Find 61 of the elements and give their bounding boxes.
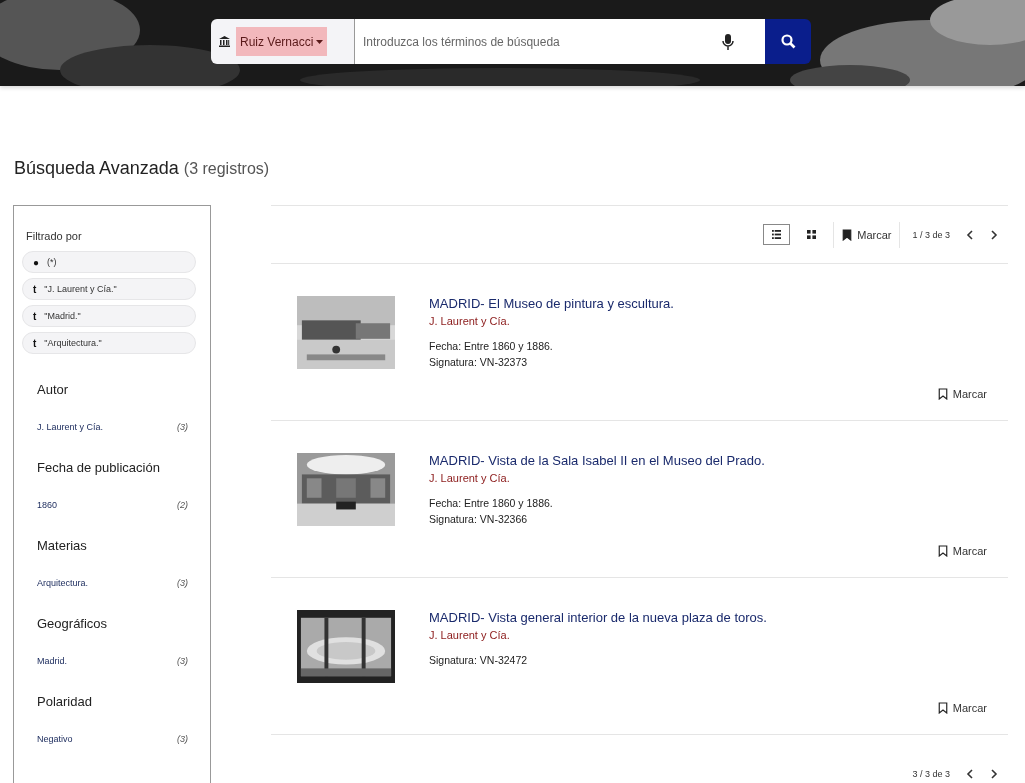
bookmark-icon (937, 702, 948, 714)
bookmark-icon (937, 388, 948, 400)
search-icon (780, 34, 796, 49)
scope-dropdown[interactable]: Ruiz Vernacci (236, 27, 328, 56)
result-field: Fecha: Entre 1860 y 1886. (429, 340, 674, 352)
chip-icon: t (33, 337, 37, 349)
mark-button[interactable]: Marcar (937, 545, 987, 557)
result-author[interactable]: J. Laurent y Cía. (429, 629, 767, 641)
facet-title: Materias (37, 538, 88, 553)
page-title: Búsqueda Avanzada (14, 158, 179, 179)
result-field: Signatura: VN-32366 (429, 513, 765, 525)
filter-chip[interactable]: t "Arquitectura." (22, 332, 196, 354)
filter-title: Filtrado por (26, 230, 83, 242)
result-author[interactable]: J. Laurent y Cía. (429, 315, 674, 327)
result-field: Signatura: VN-32373 (429, 356, 674, 368)
grid-icon (807, 230, 817, 239)
search-button[interactable] (765, 19, 811, 64)
filter-chip[interactable]: t "Madrid." (22, 305, 196, 327)
chip-icon: t (33, 310, 37, 322)
view-toggle[interactable] (763, 224, 791, 245)
list-icon (772, 230, 782, 239)
facet-count: (3) (177, 422, 188, 432)
chip-icon: ● (33, 256, 40, 268)
chip-label: "Madrid." (44, 311, 81, 321)
result-title[interactable]: MADRID- Vista general interior de la nueva plaza de toros. (429, 610, 767, 625)
bookmark-icon (842, 228, 853, 241)
facet-link[interactable]: J. Laurent y Cía. (37, 422, 104, 432)
microphone-icon[interactable] (721, 33, 735, 50)
facet-link[interactable]: Negativo (37, 734, 73, 744)
search-field[interactable]: Introduzca los términos de búsqueda (355, 19, 721, 64)
mark-button[interactable]: Marcar (842, 228, 892, 241)
chip-icon: t (33, 283, 37, 295)
facet-title: Autor (37, 382, 70, 397)
facet-link[interactable]: 1860 (37, 500, 58, 510)
museum-icon (219, 36, 230, 47)
chip-label: "Arquitectura." (44, 338, 102, 348)
result-field: Fecha: Entre 1860 y 1886. (429, 497, 765, 509)
facet-count: (3) (177, 734, 188, 744)
filter-chip[interactable]: ● (*) (22, 251, 196, 273)
result-author[interactable]: J. Laurent y Cía. (429, 472, 765, 484)
bookmark-icon (937, 545, 948, 557)
caret-icon (316, 39, 324, 44)
facet-title: Geográficos (37, 616, 109, 631)
facet-title: Polaridad (37, 694, 93, 709)
filter-chip[interactable]: t "J. Laurent y Cía." (22, 278, 196, 300)
chip-label: "J. Laurent y Cía." (44, 284, 117, 294)
facet-link[interactable]: Arquitectura. (37, 578, 89, 588)
result-title[interactable]: MADRID- Vista de la Sala Isabel II en el Museo del Prado. (429, 453, 765, 468)
chip-label: (*) (47, 257, 57, 267)
facet-count: (2) (177, 500, 188, 510)
facet-link[interactable]: Madrid. (37, 656, 67, 666)
record-count: (3 registros) (183, 160, 270, 178)
mark-button[interactable]: Marcar (937, 388, 987, 400)
result-field: Signatura: VN-32472 (429, 654, 767, 666)
page-indicator: 3 / 3 de 3 (912, 769, 950, 779)
facet-title: Fecha de publicación (37, 460, 161, 475)
page-indicator: 1 / 3 de 3 (912, 229, 950, 240)
facet-count: (3) (177, 656, 188, 666)
result-title[interactable]: MADRID- El Museo de pintura y escultura. (429, 296, 674, 311)
mark-button[interactable]: Marcar (937, 702, 987, 714)
facet-count: (3) (177, 578, 188, 588)
